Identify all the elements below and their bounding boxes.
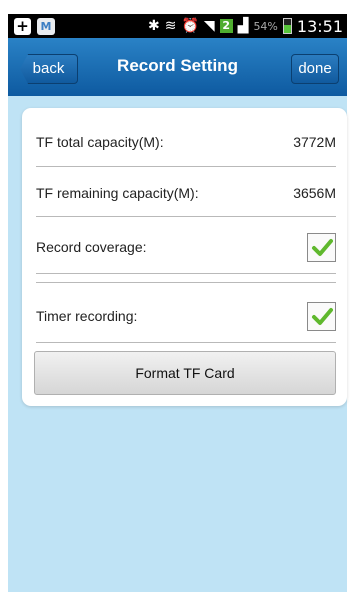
top-caption-fragment	[0, 0, 355, 14]
done-button[interactable]: done	[291, 54, 339, 84]
tf-remaining-capacity-row: TF remaining capacity(M): 3656M	[36, 171, 336, 215]
divider	[36, 342, 336, 343]
record-coverage-label: Record coverage:	[36, 239, 147, 255]
tf-total-capacity-label: TF total capacity(M):	[36, 134, 164, 150]
divider	[36, 216, 336, 217]
sim-badge: 2	[219, 19, 233, 33]
status-bar: + M ✱ ≋ ⏰ ◥ 2 ▟ 54% 13:51	[8, 14, 347, 38]
battery-percent: 54%	[253, 19, 278, 33]
tf-total-capacity-row: TF total capacity(M): 3772M	[36, 120, 336, 164]
record-coverage-checkbox[interactable]	[307, 232, 336, 262]
settings-content: TF total capacity(M): 3772M TF remaining…	[8, 96, 347, 592]
divider	[36, 282, 336, 283]
bluetooth-icon: ✱	[147, 18, 160, 34]
messenger-icon: M	[37, 17, 55, 35]
divider	[36, 273, 336, 274]
record-coverage-row: Record coverage:	[36, 225, 336, 269]
timer-recording-label: Timer recording:	[36, 308, 138, 324]
tf-remaining-capacity-value: 3656M	[293, 185, 336, 201]
signal-icon: ▟	[237, 18, 249, 34]
divider	[36, 166, 336, 167]
checkmark-icon	[311, 308, 333, 325]
battery-icon	[282, 18, 292, 34]
wifi-icon: ◥	[203, 18, 215, 34]
timer-recording-checkbox[interactable]	[307, 301, 336, 331]
timer-recording-row: Timer recording:	[36, 294, 336, 338]
format-tf-card-button[interactable]: Format TF Card	[34, 351, 336, 395]
notification-icons: + M	[8, 17, 55, 35]
alarm-icon: ⏰	[181, 18, 199, 34]
settings-card: TF total capacity(M): 3772M TF remaining…	[22, 108, 347, 406]
system-icons: ✱ ≋ ⏰ ◥ 2 ▟ 54% 13:51	[148, 14, 343, 38]
checkmark-icon	[311, 239, 333, 256]
vibrate-icon: ≋	[164, 18, 177, 34]
clock: 13:51	[296, 16, 343, 36]
tf-remaining-capacity-label: TF remaining capacity(M):	[36, 185, 199, 201]
tf-total-capacity-value: 3772M	[293, 134, 336, 150]
navigation-bar: back Record Setting done	[8, 38, 347, 96]
add-notification-icon: +	[14, 17, 31, 35]
